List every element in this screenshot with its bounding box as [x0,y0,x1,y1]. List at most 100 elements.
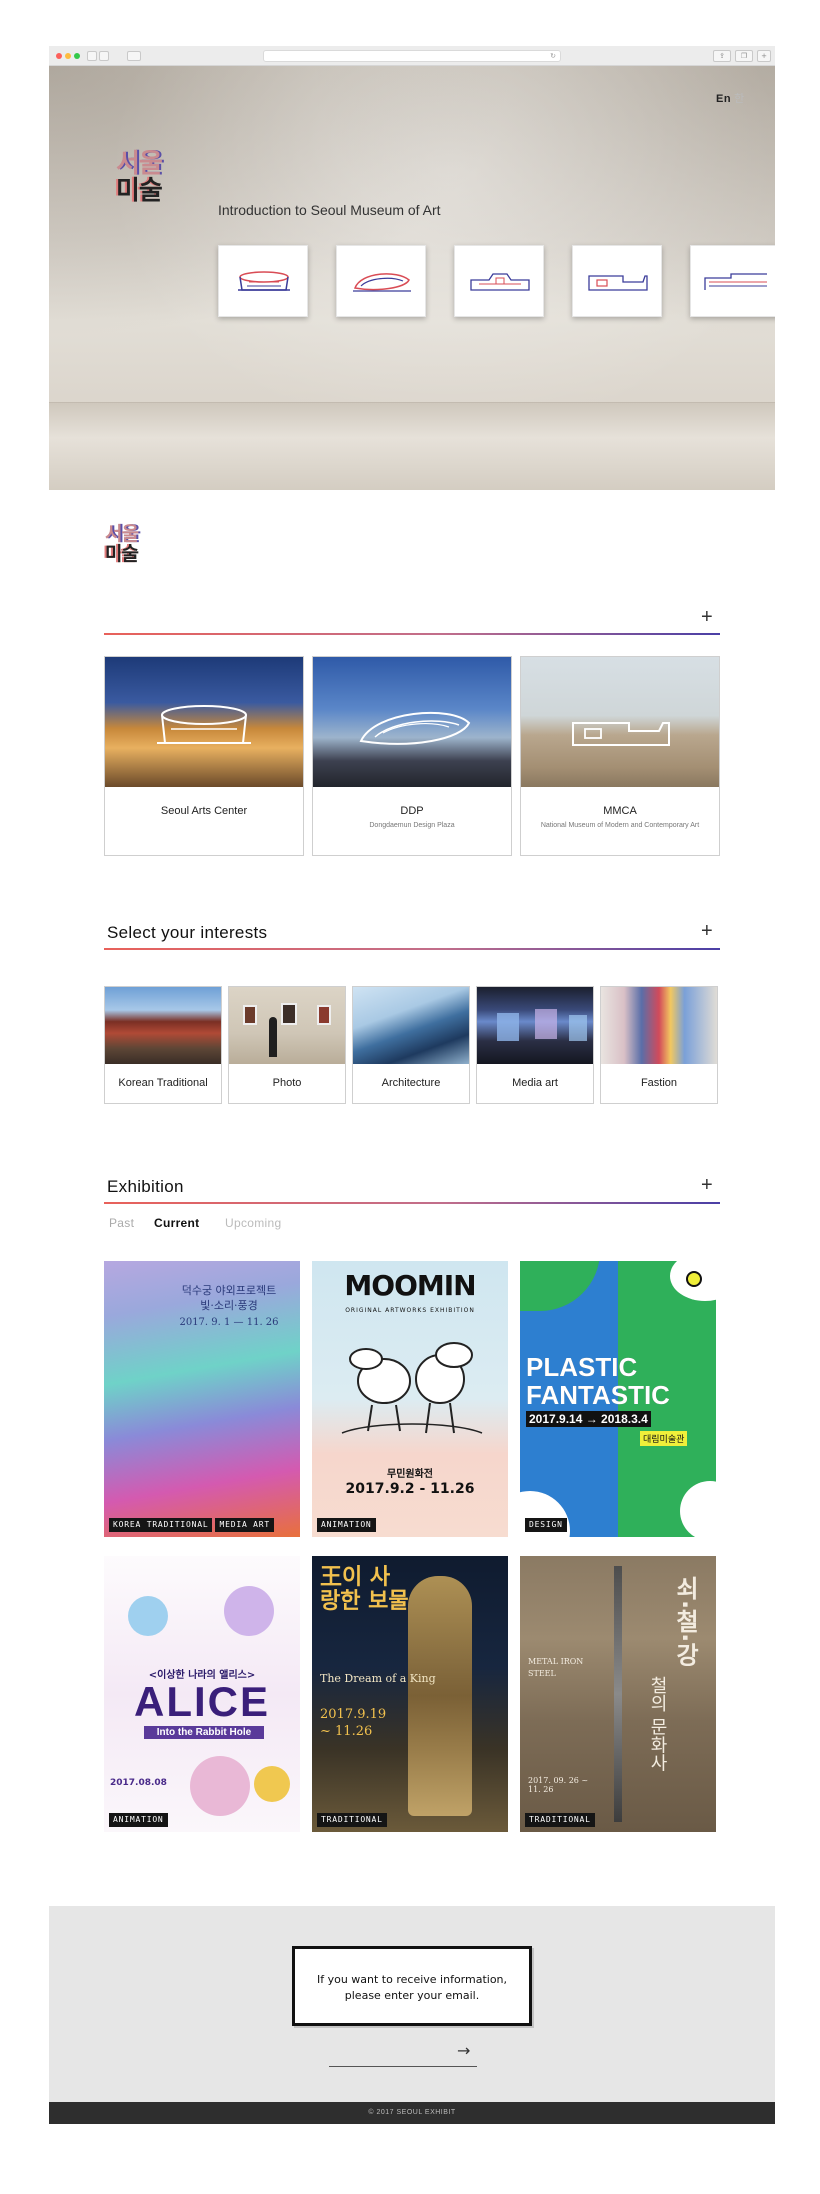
interest-label: Korean Traditional [118,1077,208,1089]
museums-more-button[interactable]: + [701,607,713,627]
new-tab-button[interactable]: + [757,50,771,62]
building-outline-icon [157,705,251,744]
interest-media-art[interactable]: Media art [476,986,594,1104]
poster-subhead: ORIGINAL ARTWORKS EXHIBITION [345,1307,475,1314]
poster-tag[interactable]: DESIGN [525,1518,567,1532]
poster-tag[interactable]: KOREA TRADITIONAL [109,1518,213,1532]
poster-moomin[interactable]: MOOMIN ORIGINAL ARTWORKS EXHIBITION 무민원화… [312,1261,508,1537]
museum-card-2[interactable] [336,245,426,317]
interest-label: Photo [272,1077,302,1089]
poster-tag[interactable]: TRADITIONAL [525,1813,595,1827]
tab-upcoming[interactable]: Upcoming [225,1216,281,1230]
museum-card-3[interactable] [454,245,544,317]
poster-headline: ALICE [134,1678,270,1725]
browser-window: ↻ ⇪ ❐ + En 한 서울 미술 Introduction to Seoul … [49,46,775,2124]
museum-name: MMCA [603,805,637,817]
maximize-window-button[interactable] [74,53,80,59]
language-active[interactable]: En [716,93,731,105]
hero-logo: 서울 미술 [116,150,163,206]
interest-korean-traditional[interactable]: Korean Traditional [104,986,222,1104]
poster-tags: ANIMATION [109,1813,168,1827]
back-button[interactable] [87,51,97,61]
share-button[interactable]: ⇪ [713,50,731,62]
tab-past[interactable]: Past [109,1216,134,1230]
minimize-window-button[interactable] [65,53,71,59]
poster-date: 2017.08.08 [110,1778,167,1788]
page-logo[interactable]: 서울 미술 [105,524,139,565]
poster-date: 2017.9.19 ~ 11.26 [320,1707,387,1739]
poster-tags: ANIMATION [317,1518,376,1532]
newsletter-box: If you want to receive information, plea… [292,1946,532,2026]
mmca-photo [521,657,719,787]
interest-photo[interactable]: Photo [228,986,346,1104]
museum-card-5[interactable] [690,245,775,317]
browser-toolbar: ↻ ⇪ ❐ + [49,46,775,66]
interest-label: Media art [512,1077,558,1089]
email-field[interactable] [329,2049,477,2067]
tabs-button[interactable]: ❐ [735,50,753,62]
museums-divider [104,633,720,635]
museum-tile-seoul-arts-center[interactable]: Seoul Arts Center [104,656,304,856]
interest-label: Architecture [381,1077,441,1089]
media-art-photo [477,987,593,1064]
interest-fashion[interactable]: Fastion [600,986,718,1104]
seoul-arts-center-icon [238,271,290,291]
forward-button[interactable] [99,51,109,61]
hero-title: Introduction to Seoul Museum of Art [218,202,441,218]
poster-headline: PLASTIC FANTASTIC [526,1352,670,1410]
architecture-photo [353,987,469,1064]
interests-more-button[interactable]: + [701,921,713,941]
poster-dream-of-a-king[interactable]: 王이 사랑한 보물 The Dream of a King 2017.9.19 … [312,1556,508,1832]
poster-tag[interactable]: ANIMATION [109,1813,168,1827]
museum-tile-ddp[interactable]: DDP Dongdaemun Design Plaza [312,656,512,856]
exhibition-divider [104,1202,720,1204]
poster-date: 2017. 09. 26 ~ 11. 26 [528,1776,589,1794]
submit-arrow-icon[interactable]: → [457,2041,470,2060]
museum-subtitle: Dongdaemun Design Plaza [369,822,455,829]
logo-line-2: 미술 [105,542,139,565]
poster-headline: 쇠·철·강 [671,1576,699,1667]
poster-korean: 철의 문화사 [647,1676,668,1772]
poster-korean: 무민원화전 [387,1469,433,1480]
poster-alice[interactable]: <이상한 나라의 앨리스> ALICE Into the Rabbit Hole… [104,1556,300,1832]
interest-architecture[interactable]: Architecture [352,986,470,1104]
poster-tag[interactable]: ANIMATION [317,1518,376,1532]
museum-building-icon [588,275,648,291]
fashion-photo [601,987,717,1064]
poster-deoksugung[interactable]: 덕수궁 야외프로젝트 빛·소리·풍경 2017. 9. 1 — 11. 26 K… [104,1261,300,1537]
footer: © 2017 SEOUL EXHIBIT [49,2102,775,2124]
newsletter-text: If you want to receive information, plea… [316,1973,508,2002]
poster-tag[interactable]: MEDIA ART [215,1518,275,1532]
poster-iron-steel[interactable]: 쇠·철·강 철의 문화사 METAL IRON STEEL 2017. 09. … [520,1556,716,1832]
museum-tile-mmca[interactable]: MMCA National Museum of Modern and Conte… [520,656,720,856]
poster-tags: TRADITIONAL [525,1813,595,1827]
sidebar-toggle-button[interactable] [127,51,141,61]
language-switch[interactable]: En 한 [716,90,745,106]
exhibition-more-button[interactable]: + [701,1175,713,1195]
address-bar[interactable]: ↻ [263,50,561,62]
museum-subtitle: National Museum of Modern and Contempora… [540,822,700,829]
tab-current[interactable]: Current [154,1216,199,1230]
poster-tags: KOREA TRADITIONAL MEDIA ART [109,1518,275,1532]
interests-divider [104,948,720,950]
gallery-floor [49,402,775,490]
poster-subhead: METAL IRON STEEL [528,1657,584,1678]
poster-headline: 덕수궁 야외프로젝트 빛·소리·풍경 [181,1284,277,1312]
ddp-icon [353,273,411,292]
poster-headline: MOOMIN [344,1269,476,1302]
poster-subhead: Into the Rabbit Hole [144,1726,264,1739]
building-outline-icon [359,712,471,745]
museum-card-4[interactable] [572,245,662,317]
poster-date: 2017. 9. 1 — 11. 26 [179,1317,279,1328]
refresh-icon[interactable]: ↻ [550,52,556,61]
poster-date: 2017.9.2 - 11.26 [345,1481,475,1497]
poster-plastic-fantastic[interactable]: PLASTIC FANTASTIC 2017.9.14 → 2018.3.4 대… [520,1261,716,1537]
poster-tags: TRADITIONAL [317,1813,387,1827]
seoul-arts-center-photo [105,657,303,787]
close-window-button[interactable] [56,53,62,59]
moomin-illustration [341,1342,483,1434]
museum-card-1[interactable] [218,245,308,317]
language-alt[interactable]: 한 [734,93,745,105]
building-outline-icon [572,722,670,746]
poster-tag[interactable]: TRADITIONAL [317,1813,387,1827]
